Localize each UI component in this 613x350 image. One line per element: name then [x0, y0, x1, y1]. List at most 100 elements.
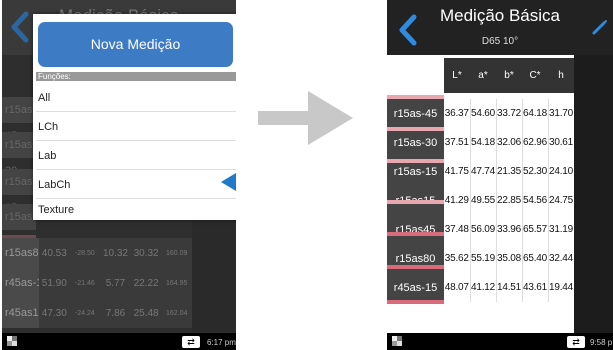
pen-icon[interactable]: [591, 18, 609, 36]
clock: 6:17 pm: [207, 338, 236, 347]
value-a: -24.24: [69, 298, 101, 328]
value-h: 24.10: [548, 157, 575, 186]
left-nav-bar: ⇄ 6:17 pm: [2, 333, 236, 350]
clock: 9:58 p: [590, 338, 613, 347]
function-option-labch[interactable]: LabCh: [36, 171, 236, 199]
value-L: 47.30: [39, 298, 70, 328]
value-C: 54.56: [522, 186, 549, 215]
grid-icon[interactable]: [392, 336, 402, 346]
value-L: 37.51: [444, 128, 471, 157]
value-a: 56.09: [470, 215, 497, 244]
sync-icon[interactable]: ⇄: [567, 336, 585, 348]
bg-row-label: r15as-45: [2, 97, 36, 142]
table-row[interactable]: r15as-45 36.37 54.60 33.72 64.18 31.70: [387, 99, 575, 128]
sync-icon[interactable]: ⇄: [182, 336, 200, 348]
table-row[interactable]: r45as15 47.30 -24.24 7.86 25.48 162.04: [2, 298, 192, 328]
functions-label: Funções:: [36, 72, 236, 81]
value-h: 164.95: [161, 268, 192, 298]
value-b: 22.85: [496, 186, 523, 215]
bg-row-label: r15as15: [2, 204, 45, 230]
header-blank: [387, 58, 444, 93]
value-b: 33.72: [496, 99, 523, 128]
value-h: 19.44: [548, 273, 575, 302]
value-a: 54.18: [470, 128, 497, 157]
table-row[interactable]: r45as-15 48.07 41.12 14.51 43.61 19.44: [387, 273, 575, 302]
left-measurement-table: r15as80 40.53 -28.50 10.32 30.32 160.09 …: [2, 238, 192, 328]
value-C: 65.40: [522, 244, 549, 273]
value-a: -21.46: [69, 268, 101, 298]
value-b: 21.35: [496, 157, 523, 186]
new-measurement-button[interactable]: Nova Medição: [38, 22, 233, 67]
value-L: 35.62: [444, 244, 471, 273]
row-label: r15as45: [387, 215, 444, 244]
value-C: 65.57: [522, 215, 549, 244]
function-option-lab[interactable]: Lab: [36, 142, 236, 170]
value-L: 41.29: [444, 186, 471, 215]
value-b: 7.86: [100, 298, 131, 328]
value-a: 49.55: [470, 186, 497, 215]
value-a: 54.60: [470, 99, 497, 128]
column-header-b[interactable]: b*: [496, 58, 522, 93]
table-row[interactable]: r45as-15 51.90 -21.46 5.77 22.22 164.95: [2, 268, 192, 298]
value-a: -28.50: [69, 238, 101, 268]
right-phone-screen: Medição Básica D65 10° L* a* b* C* h r15…: [387, 0, 613, 350]
value-L: 37.48: [444, 215, 471, 244]
value-L: 48.07: [444, 273, 471, 302]
selection-triangle-icon: [221, 173, 236, 191]
value-b: 5.77: [100, 268, 131, 298]
sample-stripe: [387, 159, 444, 163]
value-b: 33.96: [496, 215, 523, 244]
sample-stripe: [387, 127, 444, 131]
sample-stripe: [387, 265, 444, 269]
right-nav-bar: ⇄ 9:58 p: [387, 333, 613, 350]
functions-dialog: Nova Medição Funções: All LCh Lab LabCh …: [33, 14, 236, 220]
right-title: Medição Básica: [439, 6, 560, 25]
value-a: 47.74: [470, 157, 497, 186]
row-label: r15as-30: [387, 128, 444, 157]
column-header-a[interactable]: a*: [470, 58, 496, 93]
row-label: r45as-15: [2, 268, 39, 298]
value-a: 41.12: [470, 273, 497, 302]
value-C: 64.18: [522, 99, 549, 128]
row-label: r45as15: [2, 298, 39, 328]
function-option-all[interactable]: All: [36, 84, 236, 112]
bg-row-label: r15as-15: [2, 169, 36, 214]
value-h: 32.44: [548, 244, 575, 273]
scroll-area[interactable]: [574, 55, 613, 333]
sample-stripe: [387, 232, 444, 236]
grid-icon[interactable]: [7, 336, 17, 346]
value-C: 52.30: [522, 157, 549, 186]
column-header-L[interactable]: L*: [444, 58, 470, 93]
value-h: 31.70: [548, 99, 575, 128]
table-row[interactable]: r15as80 40.53 -28.50 10.32 30.32 160.09: [2, 238, 192, 268]
value-C: 22.22: [130, 268, 162, 298]
sample-stripe: [387, 300, 444, 304]
value-b: 14.51: [496, 273, 523, 302]
row-label: r15as-45: [387, 99, 444, 128]
value-h: 162.04: [161, 298, 192, 328]
function-option-lch[interactable]: LCh: [36, 113, 236, 141]
value-C: 62.96: [522, 128, 549, 157]
value-b: 10.32: [100, 238, 131, 268]
sample-stripe: [387, 200, 444, 204]
row-label: r45as-15: [387, 273, 444, 302]
value-L: 36.37: [444, 99, 471, 128]
table-row[interactable]: r15as-30 37.51 54.18 32.06 62.96 30.61: [387, 128, 575, 157]
bg-row-label: r15as-30: [2, 132, 36, 177]
value-L: 40.53: [39, 238, 70, 268]
table-header-row: L* a* b* C* h: [387, 58, 574, 93]
column-header-h[interactable]: h: [548, 58, 574, 93]
value-a: 55.19: [470, 244, 497, 273]
value-C: 25.48: [130, 298, 162, 328]
column-header-C[interactable]: C*: [522, 58, 548, 93]
value-L: 41.75: [444, 157, 471, 186]
value-C: 43.61: [522, 273, 549, 302]
value-C: 30.32: [130, 238, 162, 268]
row-label: r15as80: [2, 238, 39, 268]
table-row[interactable]: r15as45 37.48 56.09 33.96 65.57 31.19: [387, 215, 575, 244]
value-h: 30.61: [548, 128, 575, 157]
right-header: Medição Básica D65 10°: [387, 0, 613, 55]
value-b: 32.06: [496, 128, 523, 157]
value-h: 160.09: [161, 238, 192, 268]
function-option-texture[interactable]: Texture: [36, 200, 236, 220]
